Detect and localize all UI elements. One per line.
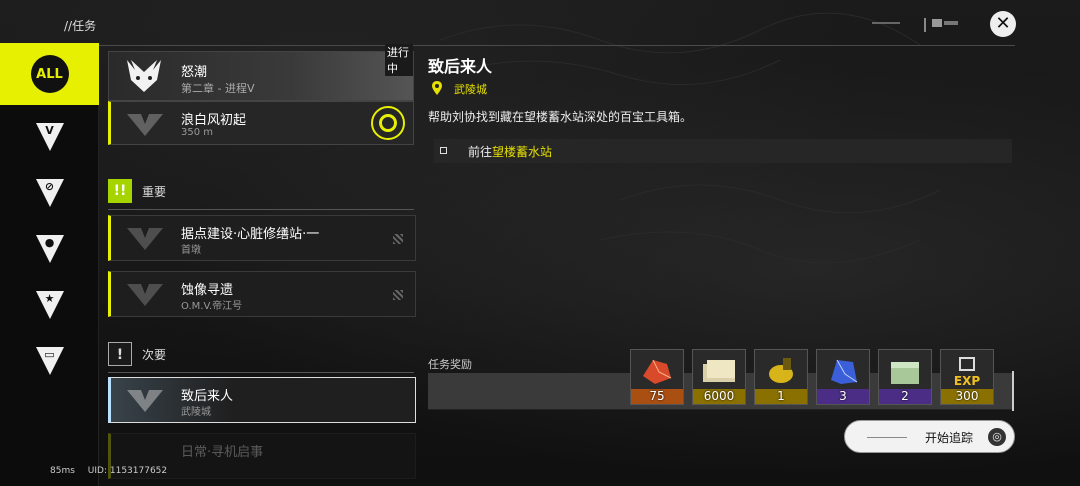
nav-all-label: ALL bbox=[30, 55, 69, 93]
nav-daily-tab[interactable]: ▭ bbox=[0, 333, 99, 389]
start-tracking-button[interactable]: 开始追踪 ◎ bbox=[844, 420, 1015, 453]
rewards-label: 任务奖励 bbox=[428, 358, 472, 371]
endfield-icon: V bbox=[35, 123, 64, 151]
divider bbox=[1012, 371, 1014, 411]
reward-count: 300 bbox=[941, 389, 993, 404]
reward-count: 2 bbox=[879, 389, 931, 404]
quest-title: 致后来人 bbox=[181, 389, 234, 404]
section-label: 次要 bbox=[142, 348, 167, 362]
reward-item[interactable]: 3 bbox=[816, 349, 870, 405]
nav-endfield-tab[interactable]: V bbox=[0, 109, 99, 165]
objective-prefix: 前往 bbox=[468, 145, 493, 159]
divider bbox=[867, 437, 907, 438]
orange-crystal-icon bbox=[643, 359, 672, 384]
secondary-icon: ! bbox=[108, 342, 132, 366]
endfield-logo-icon bbox=[127, 284, 163, 306]
quest-detail: 致后来人 武陵城 帮助刘协找到藏在望楼蓄水站深处的百宝工具箱。 前往望楼蓄水站 … bbox=[428, 45, 1018, 486]
objective-text: 前往望楼蓄水站 bbox=[468, 143, 552, 160]
start-tracking-label: 开始追踪 bbox=[925, 431, 974, 445]
ping-readout: 85ms bbox=[50, 466, 75, 476]
reward-count: 3 bbox=[817, 389, 869, 404]
breadcrumb: //任务 bbox=[64, 19, 97, 33]
vehicle-icon: ▭ bbox=[35, 347, 64, 375]
checkbox-icon bbox=[440, 147, 447, 154]
quest-card-selected[interactable]: 致后来人 武陵城 bbox=[108, 377, 416, 423]
hatch-icon bbox=[393, 234, 403, 244]
endfield-logo-icon bbox=[127, 114, 163, 136]
star-icon: ★ bbox=[35, 291, 64, 319]
chapter-subtitle: 第二章 - 进程V bbox=[181, 82, 255, 95]
chapter-card[interactable]: 怒潮 第二章 - 进程V 进行中 bbox=[108, 44, 414, 101]
nav-all-tab[interactable]: ALL bbox=[0, 43, 99, 105]
blue-crystal-icon bbox=[831, 359, 858, 384]
green-crate-icon bbox=[891, 362, 919, 384]
detail-description: 帮助刘协找到藏在望楼蓄水站深处的百宝工具箱。 bbox=[428, 110, 693, 124]
divider bbox=[108, 209, 414, 210]
important-icon: !! bbox=[108, 179, 132, 203]
reward-item[interactable]: 1 bbox=[754, 349, 808, 405]
chapter-emblem-icon bbox=[127, 60, 161, 92]
quest-title: 浪白风初起 bbox=[181, 113, 247, 128]
tracking-icon: ◎ bbox=[988, 428, 1006, 446]
endfield-logo-icon bbox=[127, 228, 163, 250]
quest-location: 首墩 bbox=[181, 245, 201, 256]
location-pin-icon bbox=[432, 81, 442, 95]
reward-item[interactable]: 6000 bbox=[692, 349, 746, 405]
quest-location: O.M.V.帝江号 bbox=[181, 301, 243, 312]
reward-item[interactable]: EXP 300 bbox=[940, 349, 994, 405]
reward-item[interactable]: 75 bbox=[630, 349, 684, 405]
quest-list: 怒潮 第二章 - 进程V 进行中 浪白风初起 350 m !! 重要 据点建设·… bbox=[100, 44, 420, 486]
endfield-logo-icon bbox=[127, 390, 163, 412]
close-button[interactable]: ✕ bbox=[990, 11, 1016, 37]
hatch-icon bbox=[393, 290, 403, 300]
divider bbox=[108, 372, 414, 373]
deco-graphic bbox=[872, 18, 958, 32]
exp-label: EXP bbox=[953, 374, 981, 388]
section-important: !! 重要 bbox=[108, 179, 414, 210]
uid-readout: UID: 1153177652 bbox=[87, 466, 168, 476]
quest-title: 据点建设·心脏修缮站·一 bbox=[181, 227, 320, 242]
active-quest-card[interactable]: 浪白风初起 350 m bbox=[108, 101, 414, 145]
reward-count: 1 bbox=[755, 389, 807, 404]
category-nav: ALL V ⊘ ● ★ ▭ bbox=[0, 43, 99, 486]
tracking-target-icon[interactable] bbox=[371, 106, 405, 140]
reward-count: 75 bbox=[631, 389, 683, 404]
nav-character-tab[interactable]: ● bbox=[0, 221, 99, 277]
quest-distance: 350 m bbox=[181, 127, 214, 138]
status-footer: 85ms UID: 1153177652 bbox=[50, 466, 177, 476]
section-secondary: ! 次要 bbox=[108, 342, 414, 373]
person-icon: ● bbox=[35, 235, 64, 263]
nav-featured-tab[interactable]: ★ bbox=[0, 277, 99, 333]
status-badge: 进行中 bbox=[385, 44, 413, 76]
quest-card[interactable]: 蚀像寻遗 O.M.V.帝江号 bbox=[108, 271, 416, 317]
detail-location: 武陵城 bbox=[454, 83, 487, 96]
quest-title: 蚀像寻遗 bbox=[181, 283, 234, 298]
objective-target: 望楼蓄水站 bbox=[492, 145, 553, 159]
quest-card[interactable]: 据点建设·心脏修缮站·一 首墩 bbox=[108, 215, 416, 261]
section-label: 重要 bbox=[142, 185, 167, 199]
reward-count: 6000 bbox=[693, 389, 745, 404]
nav-exploration-tab[interactable]: ⊘ bbox=[0, 165, 99, 221]
money-bundle-icon bbox=[703, 360, 735, 382]
detail-title: 致后来人 bbox=[428, 57, 493, 76]
reward-item[interactable]: 2 bbox=[878, 349, 932, 405]
objective-row: 前往望楼蓄水站 bbox=[434, 139, 1012, 163]
compass-icon: ⊘ bbox=[35, 179, 64, 207]
quest-title: 日常·寻机启事 bbox=[181, 445, 264, 460]
gold-capsule-icon bbox=[769, 358, 793, 383]
quest-location: 武陵城 bbox=[181, 407, 211, 418]
chapter-title: 怒潮 bbox=[181, 65, 208, 80]
